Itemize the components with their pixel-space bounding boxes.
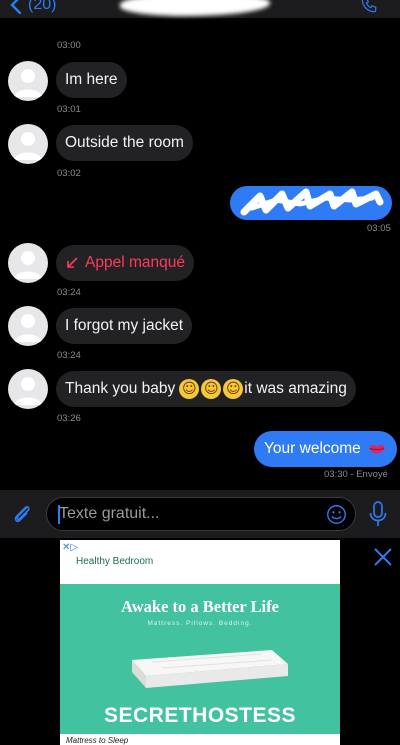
message-timestamp: 03:02 <box>57 168 81 179</box>
adchoices-icon[interactable]: ✕▷ <box>62 542 78 553</box>
ad-banner: ✕▷ Healthy Bedroom Awake to a Better Lif… <box>0 538 400 745</box>
ad-headline: Awake to a Better Life <box>121 597 279 616</box>
watermark-text: SECRETHOSTESS <box>103 704 297 727</box>
kissing-face-icon: ☺ <box>179 379 200 399</box>
redacted-contact-name <box>120 0 270 16</box>
close-icon[interactable] <box>372 546 394 568</box>
incoming-message[interactable]: Thank you baby ☺ ☺ ☺ it was amazing <box>56 371 356 407</box>
ad-card[interactable]: ✕▷ Healthy Bedroom Awake to a Better Lif… <box>60 540 340 745</box>
ad-brand: Healthy Bedroom <box>76 556 154 567</box>
back-chevron-icon <box>10 0 22 14</box>
emoji-icon[interactable] <box>326 504 347 525</box>
phone-icon[interactable] <box>360 0 378 14</box>
kissing-face-icon: ☺ <box>201 379 222 399</box>
avatar <box>8 243 48 283</box>
message-text-field[interactable] <box>46 497 356 531</box>
default-avatar-icon <box>14 251 42 279</box>
message-text: Outside the room <box>65 134 184 151</box>
message-timestamp: 03:05 <box>367 223 391 234</box>
message-timestamp: 03:01 <box>57 104 81 115</box>
ad-bottom-text: Mattress to Sleep <box>60 734 340 745</box>
back-count: (20) <box>28 0 57 13</box>
message-text: Im here <box>65 71 118 88</box>
avatar <box>8 61 48 101</box>
avatar <box>8 369 48 409</box>
message-timestamp: 03:30 - Envoyé <box>324 469 388 480</box>
message-text: it was amazing <box>244 380 347 397</box>
incoming-message[interactable]: Outside the room <box>56 125 193 161</box>
message-timestamp: 03:00 <box>57 40 81 51</box>
missed-call-icon <box>67 257 78 268</box>
message-input[interactable] <box>59 498 319 530</box>
ad-header: ✕▷ Healthy Bedroom <box>60 540 340 584</box>
back-button[interactable]: (20) <box>10 0 56 14</box>
avatar <box>8 124 48 164</box>
default-avatar-icon <box>14 377 42 405</box>
default-avatar-icon <box>14 314 42 342</box>
outgoing-message[interactable]: Your welcome <box>254 431 397 467</box>
chat-header: (20) <box>0 0 400 18</box>
incoming-message[interactable]: Im here <box>56 62 127 98</box>
message-timestamp: 03:26 <box>57 413 81 424</box>
mattress-image <box>132 650 288 688</box>
microphone-icon[interactable] <box>368 501 388 527</box>
default-avatar-icon <box>14 69 42 97</box>
message-text: I forgot my jacket <box>65 317 184 334</box>
message-text: Thank you baby <box>65 380 176 397</box>
paperclip-icon[interactable] <box>10 502 34 526</box>
missed-call-label: Appel manqué <box>85 254 185 271</box>
missed-call-message[interactable]: Appel manqué <box>56 245 194 281</box>
message-timestamp: 03:24 <box>57 350 81 361</box>
incoming-message[interactable]: I forgot my jacket <box>56 308 193 344</box>
kiss-icon <box>368 444 385 454</box>
message-input-bar <box>0 490 400 538</box>
message-timestamp: 03:24 <box>57 287 81 298</box>
kissing-face-icon: ☺ <box>223 379 244 399</box>
ad-tagline: Mattress. Pillows. Bedding. <box>147 620 253 627</box>
message-text: Your welcome <box>264 440 361 457</box>
scribble-redaction <box>240 188 384 216</box>
outgoing-message-redacted[interactable] <box>230 186 392 220</box>
default-avatar-icon <box>14 132 42 160</box>
avatar <box>8 306 48 346</box>
